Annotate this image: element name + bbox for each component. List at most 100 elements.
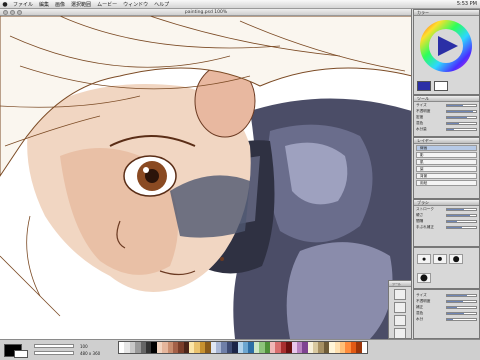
tool-prop-row-0: サイズ	[416, 103, 477, 108]
brush-prop-slider-1[interactable]	[446, 214, 477, 217]
armor-arm-highlight	[286, 242, 393, 339]
document-title: painting.psd 100%	[184, 10, 228, 15]
menu-item-6[interactable]: ヘルプ	[151, 1, 172, 8]
tool-prop-row-4: 水分量	[416, 127, 477, 132]
tool-prop-row-2: 密度	[416, 115, 477, 120]
brush-preset[interactable]	[449, 254, 463, 264]
brush-prop-label-2: 間隔	[416, 219, 424, 223]
brush-preset[interactable]	[417, 273, 431, 283]
close-window-icon[interactable]	[3, 10, 8, 15]
brush-prop-row-0: ストローク	[416, 207, 477, 212]
document-titlebar[interactable]: painting.psd 100%	[0, 9, 411, 16]
bottom-opt-row-0: サイズ	[416, 293, 477, 298]
toolbox-panel: ツール	[388, 280, 412, 339]
brush-prop-label-1: 硬さ	[416, 213, 424, 217]
tool-prop-row-1: 不透明度	[416, 109, 477, 114]
tool-prop-slider-1[interactable]	[446, 110, 477, 113]
color-palette-strip	[118, 341, 368, 354]
brush-prop-slider-3[interactable]	[446, 226, 477, 229]
menu-bar: ● ファイル 編集 画像 選択範囲 ムービー ウィンドウ ヘルプ 5:53 PM	[0, 0, 480, 9]
brush-prop-label-3: 手ぶれ補正	[416, 225, 434, 229]
menu-items: ファイル 編集 画像 選択範囲 ムービー ウィンドウ ヘルプ	[10, 1, 172, 8]
tool-prop-slider-3[interactable]	[446, 122, 477, 125]
bottom-opt-label-3: 混色	[416, 311, 424, 315]
menu-item-1[interactable]: 編集	[36, 1, 52, 8]
bottom-opt-row-4: 水分	[416, 317, 477, 322]
tool-prop-slider-0[interactable]	[446, 104, 477, 107]
app-screen: ● ファイル 編集 画像 選択範囲 ムービー ウィンドウ ヘルプ 5:53 PM paint…	[0, 0, 480, 360]
color-wheel[interactable]	[414, 16, 479, 76]
minimize-window-icon[interactable]	[10, 10, 15, 15]
brush-size-panel: サイズ不透明度	[413, 247, 480, 289]
brush-panel-title: ブラシ	[414, 200, 479, 206]
bottom-opt-row-1: 不透明度	[416, 299, 477, 304]
layers-panel-title: レイヤー	[414, 138, 479, 144]
menu-item-0[interactable]: ファイル	[10, 1, 36, 8]
eraser-tool-icon[interactable]	[394, 302, 406, 313]
layer-item[interactable]: 背景	[416, 173, 477, 179]
tool-prop-label-3: 混色	[416, 121, 424, 125]
tool-prop-label-4: 水分量	[416, 127, 427, 131]
tool-prop-label-1: 不透明度	[416, 109, 431, 113]
layer-item[interactable]: 肌	[416, 159, 477, 165]
layer-item[interactable]: 影	[416, 152, 477, 158]
brush-prop-label-0: ストローク	[416, 207, 434, 211]
brush-panel: ブラシ ストローク硬さ間隔手ぶれ補正	[413, 199, 480, 247]
secondary-color-swatch[interactable]	[434, 81, 448, 91]
mole-mark	[220, 257, 224, 261]
bottom-opt-slider-0[interactable]	[446, 294, 477, 297]
bottom-opt-row-3: 混色	[416, 311, 477, 316]
tool-properties-panel: ツール サイズ不透明度密度混色水分量	[413, 95, 480, 137]
bottom-opt-label-4: 水分	[416, 317, 424, 321]
menubar-clock: 5:53 PM	[456, 1, 477, 7]
layer-item[interactable]: 線画	[416, 145, 477, 151]
cheek-cyber-mark	[170, 175, 250, 238]
bottom-opt-slider-4[interactable]	[446, 318, 477, 321]
layer-item[interactable]: 髪	[416, 166, 477, 172]
menu-item-5[interactable]: ウィンドウ	[120, 1, 151, 8]
canvas-size-label: 480 x 360	[80, 351, 101, 356]
brush-preset[interactable]	[417, 254, 431, 264]
zoom-value: 100	[80, 344, 88, 349]
brush-preset[interactable]	[433, 254, 447, 264]
layer-item[interactable]: 用紙	[416, 180, 477, 186]
layers-panel: レイヤー 線画影肌髪背景 用紙	[413, 137, 480, 199]
brush-prop-row-2: 間隔	[416, 219, 477, 224]
bottom-opt-label-0: サイズ	[416, 293, 427, 297]
brush-prop-row-3: 手ぶれ補正	[416, 225, 477, 230]
rotation-field[interactable]	[34, 351, 74, 355]
tool-properties-title: ツール	[414, 96, 479, 102]
menu-item-2[interactable]: 画像	[52, 1, 68, 8]
tool-prop-label-2: 密度	[416, 115, 424, 119]
menu-item-3[interactable]: 選択範囲	[68, 1, 94, 8]
bottom-opt-slider-1[interactable]	[446, 300, 477, 303]
bottom-opt-label-2: 補正	[416, 305, 424, 309]
zoom-field[interactable]	[34, 344, 74, 348]
current-color-swatch[interactable]	[417, 81, 431, 91]
apple-menu-icon[interactable]: ●	[0, 1, 10, 8]
document-window: painting.psd 100%	[0, 9, 412, 339]
color-panel: カラー	[413, 9, 480, 95]
bottom-opt-label-1: 不透明度	[416, 299, 431, 303]
brush-tool-icon[interactable]	[394, 289, 406, 300]
bottom-opt-row-2: 補正	[416, 305, 477, 310]
zoom-window-icon[interactable]	[17, 10, 22, 15]
hand-tool-icon[interactable]	[394, 328, 406, 338]
bottom-options-panel: サイズ不透明度補正混色水分	[413, 289, 480, 339]
tool-prop-label-0: サイズ	[416, 103, 427, 107]
painting-canvas[interactable]	[0, 16, 412, 339]
brush-prop-row-1: 硬さ	[416, 213, 477, 218]
eye-highlight	[143, 167, 149, 173]
tool-prop-slider-4[interactable]	[446, 128, 477, 131]
brush-prop-slider-0[interactable]	[446, 208, 477, 211]
palette-swatch[interactable]	[361, 342, 367, 353]
sub-color-box[interactable]	[14, 350, 28, 358]
toolbox-title: ツール	[389, 281, 411, 287]
select-tool-icon[interactable]	[394, 315, 406, 326]
menu-item-4[interactable]: ムービー	[94, 1, 120, 8]
brush-prop-slider-2[interactable]	[446, 220, 477, 223]
tool-prop-row-3: 混色	[416, 121, 477, 126]
bottom-opt-slider-3[interactable]	[446, 312, 477, 315]
bottom-opt-slider-2[interactable]	[446, 306, 477, 309]
tool-prop-slider-2[interactable]	[446, 116, 477, 119]
